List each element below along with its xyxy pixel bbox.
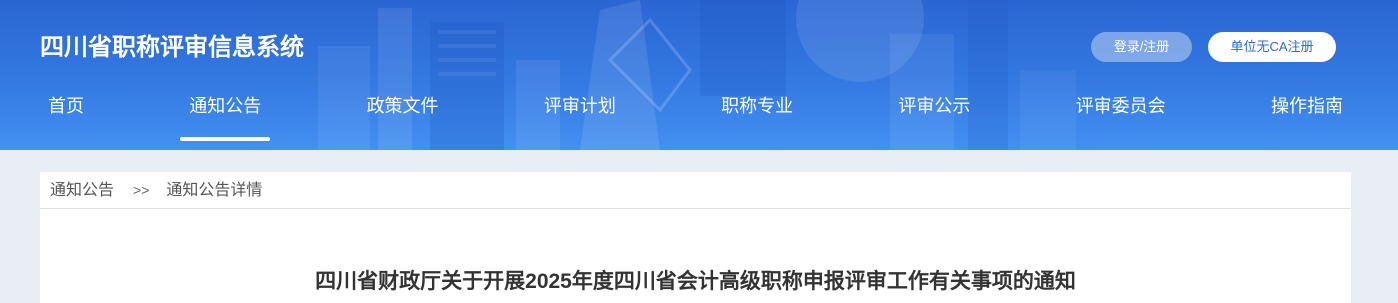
header-actions: 登录/注册 单位无CA注册 bbox=[1091, 32, 1336, 62]
nav-item-review-publicity[interactable]: 评审公示 bbox=[898, 92, 970, 142]
content-box: 通知公告 >> 通知公告详情 四川省财政厅关于开展2025年度四川省会计高级职称申报… bbox=[40, 172, 1351, 303]
site-title[interactable]: 四川省职称评审信息系统 bbox=[40, 34, 304, 62]
nav-item-label: 评审委员会 bbox=[1075, 96, 1166, 116]
nav-item-label: 首页 bbox=[48, 96, 84, 116]
unit-no-ca-register-button[interactable]: 单位无CA注册 bbox=[1208, 32, 1336, 62]
breadcrumb-current: 通知公告详情 bbox=[166, 182, 263, 199]
nav-item-label: 操作指南 bbox=[1270, 96, 1343, 116]
nav-item-label: 职称专业 bbox=[721, 96, 794, 116]
nav-item-review-committee[interactable]: 评审委员会 bbox=[1076, 92, 1166, 142]
login-register-button[interactable]: 登录/注册 bbox=[1091, 32, 1192, 62]
breadcrumb-link-notices[interactable]: 通知公告 bbox=[50, 182, 114, 199]
article-title: 四川省财政厅关于开展2025年度四川省会计高级职称申报评审工作有关事项的通知 bbox=[315, 270, 1076, 293]
nav-item-user-guide[interactable]: 操作指南 bbox=[1271, 92, 1343, 142]
main-nav: 首页 通知公告 政策文件 评审计划 职称专业 评审公示 评审委员会 操作指南 bbox=[48, 92, 1343, 142]
nav-item-label: 政策文件 bbox=[366, 96, 439, 116]
breadcrumb-separator: >> bbox=[133, 182, 150, 198]
nav-item-title-specialties[interactable]: 职称专业 bbox=[721, 92, 793, 142]
nav-item-home[interactable]: 首页 bbox=[48, 92, 84, 142]
nav-item-notices[interactable]: 通知公告 bbox=[180, 92, 271, 142]
nav-item-review-plans[interactable]: 评审计划 bbox=[544, 92, 616, 142]
breadcrumb: 通知公告 >> 通知公告详情 bbox=[40, 172, 1351, 209]
nav-item-label: 评审计划 bbox=[543, 96, 616, 116]
nav-item-label: 通知公告 bbox=[189, 96, 262, 116]
nav-item-label: 评审公示 bbox=[898, 96, 971, 116]
nav-active-indicator bbox=[180, 137, 271, 141]
nav-item-policy-documents[interactable]: 政策文件 bbox=[367, 92, 439, 142]
site-header: 四川省职称评审信息系统 登录/注册 单位无CA注册 首页 通知公告 政策文件 评… bbox=[0, 0, 1398, 150]
article: 四川省财政厅关于开展2025年度四川省会计高级职称申报评审工作有关事项的通知 bbox=[40, 209, 1351, 294]
